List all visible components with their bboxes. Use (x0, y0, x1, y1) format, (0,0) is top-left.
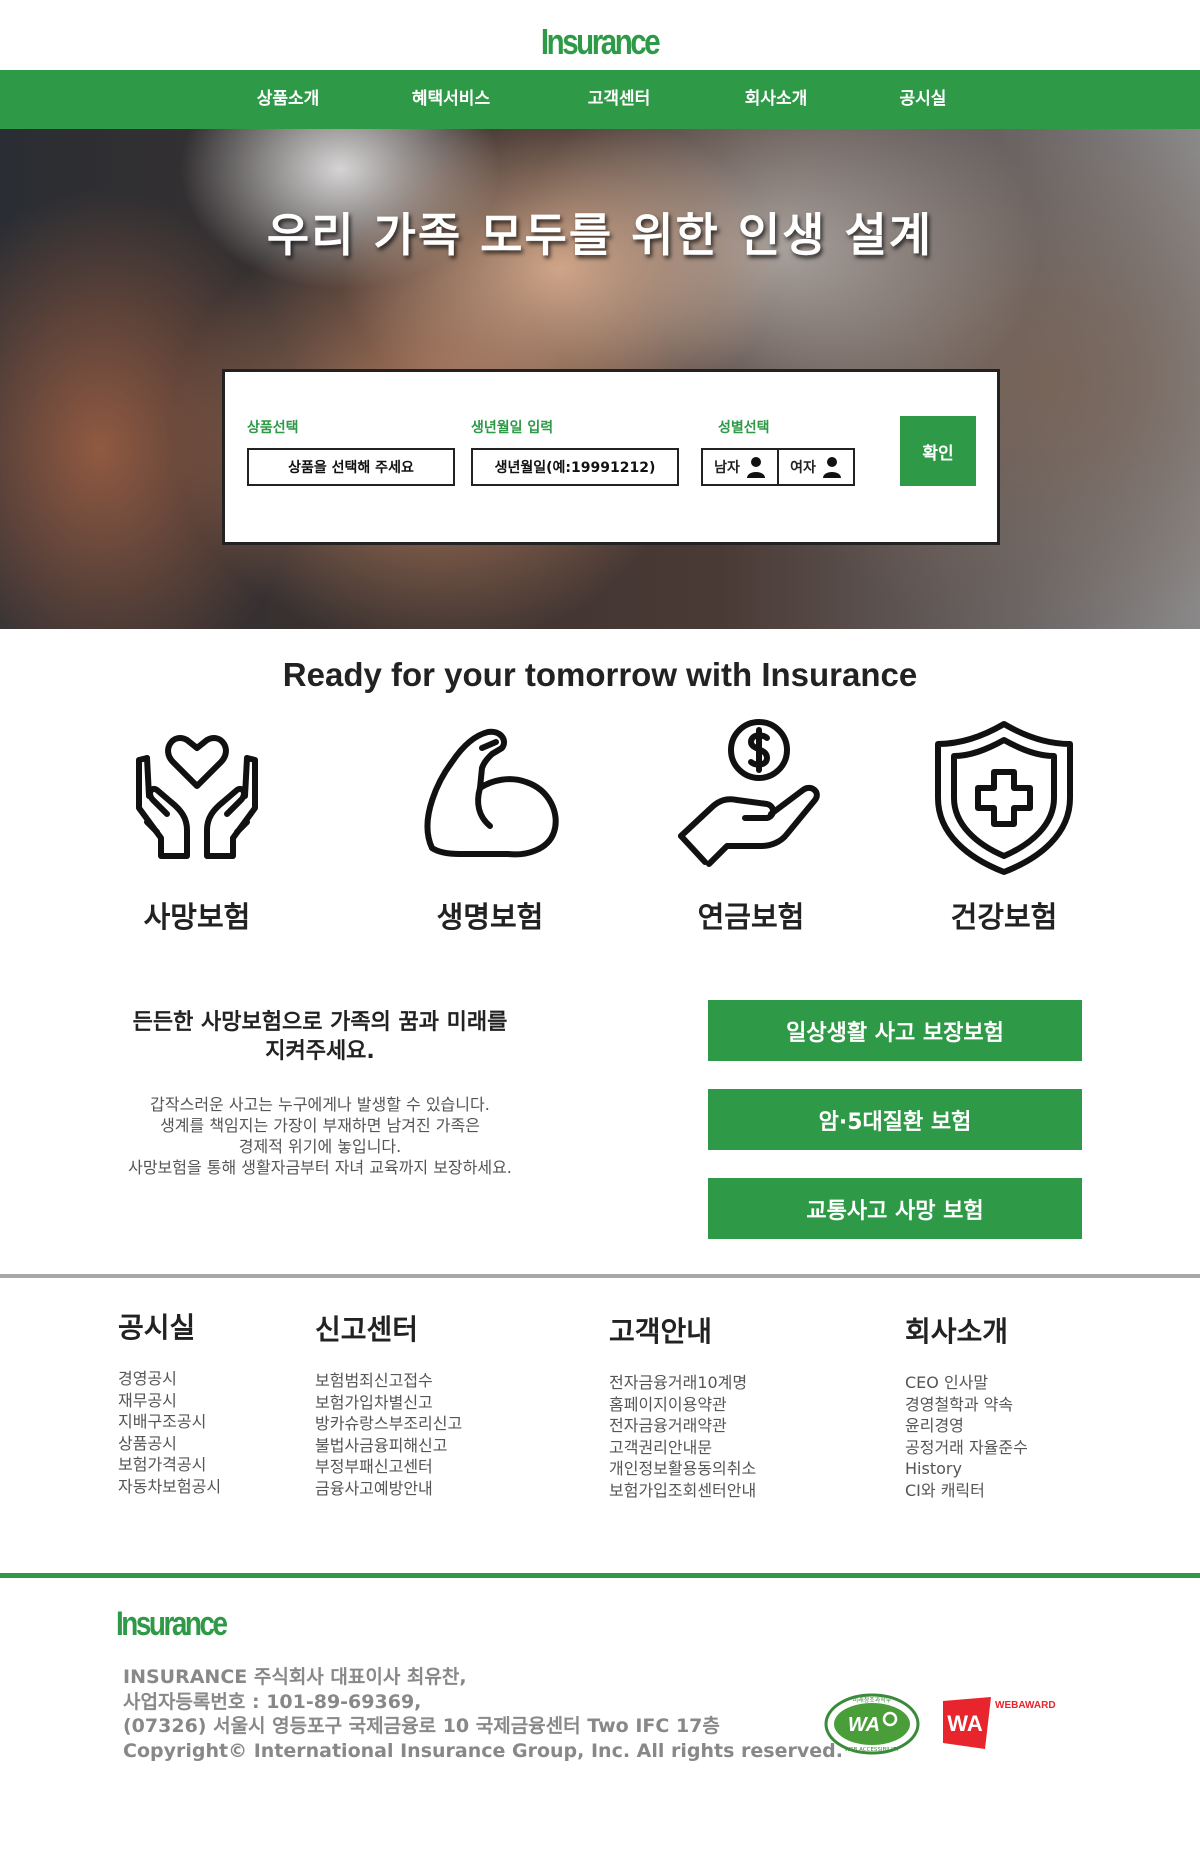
promo-title-line: 지켜주세요. (265, 1039, 375, 1064)
footer-link[interactable]: 홈페이지이용약관 (609, 1394, 756, 1416)
footer-link[interactable]: 보험범죄신고접수 (315, 1370, 462, 1392)
flexed-arm-icon (424, 728, 559, 858)
footer-column-report-center: 신고센터 보험범죄신고접수 보험가입차별신고 방카슈랑스부조리신고 불법사금융피… (315, 1308, 462, 1500)
footer-link[interactable]: 경영철학과 약속 (905, 1394, 1028, 1416)
footer-link[interactable]: 전자금융거래10계명 (609, 1372, 756, 1394)
cancer-disease-insurance-button[interactable]: 암·5대질환 보험 (708, 1089, 1082, 1150)
footer-column-disclosure: 공시실 경영공시 재무공시 지배구조공시 상품공시 보험가격공시 자동차보험공시 (118, 1306, 221, 1498)
logo-wordmark: Insurance (116, 1605, 228, 1643)
header-logo[interactable]: Insurance (0, 14, 1200, 70)
gender-male-label: 남자 (714, 460, 740, 476)
gender-female-button[interactable]: 여자 (777, 448, 855, 486)
footer-link[interactable]: 윤리경영 (905, 1415, 1028, 1437)
quote-form: 상품선택 상품을 선택해 주세요 생년월일 입력 생년월일(예:19991212… (222, 369, 1000, 545)
footer-column-customer-guide: 고객안내 전자금융거래10계명 홈페이지이용약관 전자금융거래약관 고객권리안내… (609, 1310, 756, 1502)
footer-column-title: 공시실 (118, 1311, 196, 1344)
footer-link[interactable]: 부정부패신고센터 (315, 1456, 462, 1478)
footer-link[interactable]: 금융사고예방안내 (315, 1478, 462, 1500)
promo-title-line: 든든한 사망보험으로 가족의 꿈과 미래를 (132, 1010, 508, 1035)
footer-logo[interactable]: Insurance (116, 1605, 250, 1644)
footer-link[interactable]: 자동차보험공시 (118, 1476, 221, 1498)
footer-link[interactable]: 공정거래 자율준수 (905, 1437, 1028, 1459)
confirm-button[interactable]: 확인 (900, 416, 976, 486)
gender-female-label: 여자 (790, 460, 816, 476)
gender-select-label: 성별선택 (718, 420, 770, 436)
person-icon (822, 457, 841, 478)
company-info-line: 사업자등록번호 : 101-89-69369, (123, 1690, 422, 1713)
footer-link[interactable]: 상품공시 (118, 1433, 221, 1455)
footer-green-divider (0, 1573, 1200, 1578)
logo-wordmark: Insurance (541, 21, 661, 62)
footer-link[interactable]: 경영공시 (118, 1368, 221, 1390)
birth-date-label: 생년월일 입력 (471, 420, 554, 436)
footer-link[interactable]: 전자금융거래약관 (609, 1415, 756, 1437)
footer-link[interactable]: 재무공시 (118, 1390, 221, 1412)
hand-coin-icon (678, 719, 820, 867)
company-info-line: INSURANCE 주식회사 대표이사 최유찬, (123, 1666, 467, 1688)
footer-link[interactable]: CEO 인사말 (905, 1372, 1028, 1394)
product-label: 생명보험 (436, 900, 544, 934)
footer-link[interactable]: 보험가입차별신고 (315, 1392, 462, 1414)
nav-item-company[interactable]: 회사소개 (706, 70, 846, 129)
wa-badge-top-text: 미래창조과학부 (853, 1696, 892, 1704)
company-info-line: Copyright© International Insurance Group… (123, 1739, 843, 1762)
promo-description: 갑작스러운 사고는 누구에게나 발생할 수 있습니다. 생계를 책임지는 가장이… (100, 1094, 540, 1178)
hero-banner: 우리 가족 모두를 위한 인생 설계 상품선택 상품을 선택해 주세요 생년월일… (0, 129, 1200, 629)
company-info: INSURANCE 주식회사 대표이사 최유찬, 사업자등록번호 : 101-8… (123, 1665, 843, 1763)
gender-male-button[interactable]: 남자 (701, 448, 779, 486)
footer-link[interactable]: CI와 캐릭터 (905, 1480, 1028, 1502)
company-info-line: (07326) 서울시 영등포구 국제금융로 10 국제금융센터 Two IFC… (123, 1715, 720, 1737)
person-icon (746, 457, 765, 478)
hero-title: 우리 가족 모두를 위한 인생 설계 (266, 208, 934, 262)
shield-cross-icon (935, 721, 1073, 875)
web-award-badge: WA WEBAWARD (943, 1697, 1056, 1749)
footer-link[interactable]: 개인정보활용동의취소 (609, 1458, 756, 1480)
product-health-insurance[interactable]: 건강보험 (904, 718, 1104, 936)
nav-item-benefits[interactable]: 혜택서비스 (381, 70, 521, 129)
award-text: WEBAWARD (995, 1700, 1056, 1711)
promo-desc-line: 갑작스러운 사고는 누구에게나 발생할 수 있습니다. (150, 1095, 490, 1114)
footer-link[interactable]: 지배구조공시 (118, 1411, 221, 1433)
footer-link[interactable]: 보험가입조회센터안내 (609, 1480, 756, 1502)
product-annuity-insurance[interactable]: 연금보험 (651, 718, 851, 936)
footer-column-company: 회사소개 CEO 인사말 경영철학과 약속 윤리경영 공정거래 자율준수 His… (905, 1310, 1028, 1502)
footer-column-title: 신고센터 (315, 1313, 419, 1346)
nav-item-customer-center[interactable]: 고객센터 (549, 70, 689, 129)
product-select-label: 상품선택 (247, 420, 299, 436)
product-label: 연금보험 (697, 900, 805, 934)
hands-heart-icon (136, 735, 258, 859)
section-tagline: Ready for your tomorrow with Insurance (282, 656, 918, 693)
main-nav: 상품소개 혜택서비스 고객센터 회사소개 공시실 (0, 70, 1200, 129)
promo-desc-line: 경제적 위기에 놓입니다. (238, 1137, 402, 1156)
traffic-accident-insurance-button[interactable]: 교통사고 사망 보험 (708, 1178, 1082, 1239)
nav-item-products[interactable]: 상품소개 (218, 70, 358, 129)
product-life-insurance[interactable]: 생명보험 (390, 718, 590, 936)
footer-link[interactable]: 고객권리안내문 (609, 1437, 756, 1459)
birth-date-input[interactable]: 생년월일(예:19991212) (471, 448, 679, 486)
product-select[interactable]: 상품을 선택해 주세요 (247, 448, 455, 486)
footer-link[interactable]: 불법사금융피해신고 (315, 1435, 462, 1457)
wa-badge-main-text: WA (848, 1714, 880, 1736)
promo-desc-line: 생계를 책임지는 가장이 부재하면 남겨진 가족은 (160, 1116, 480, 1135)
footer-divider (0, 1274, 1200, 1278)
award-mark-text: WA (947, 1711, 983, 1736)
footer-column-title: 회사소개 (905, 1315, 1009, 1348)
nav-item-disclosure[interactable]: 공시실 (853, 70, 993, 129)
promo-desc-line: 사망보험을 통해 생활자금부터 자녀 교육까지 보장하세요. (128, 1158, 512, 1177)
product-label: 건강보험 (950, 900, 1058, 934)
promo-title: 든든한 사망보험으로 가족의 꿈과 미래를 지켜주세요. (100, 1008, 540, 1066)
product-death-insurance[interactable]: 사망보험 (97, 718, 297, 936)
web-accessibility-badge: 미래창조과학부 WA WEB ACCESSIBILITY (824, 1693, 920, 1755)
footer-column-title: 고객안내 (609, 1315, 713, 1348)
footer-link[interactable]: 방카슈랑스부조리신고 (315, 1413, 462, 1435)
wa-badge-bottom-text: WEB ACCESSIBILITY (845, 1747, 900, 1753)
footer-link[interactable]: History (905, 1458, 1028, 1480)
daily-accident-insurance-button[interactable]: 일상생활 사고 보장보험 (708, 1000, 1082, 1061)
product-label: 사망보험 (143, 900, 251, 934)
footer-link[interactable]: 보험가격공시 (118, 1454, 221, 1476)
